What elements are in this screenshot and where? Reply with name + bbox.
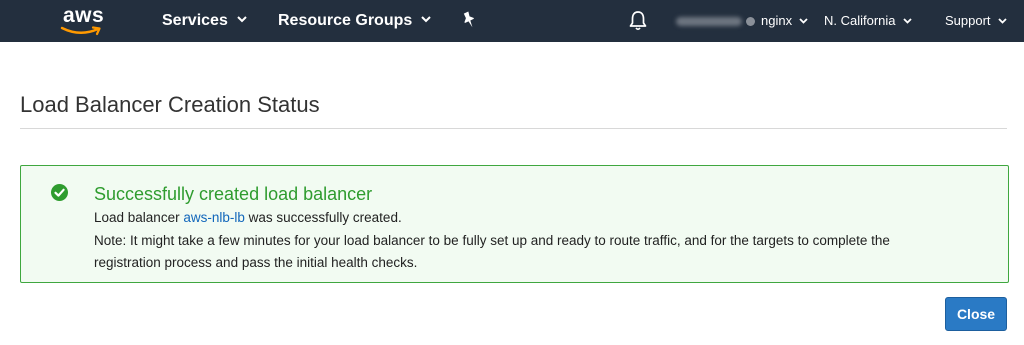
account-avatar [746,17,755,27]
alert-title: Successfully created load balancer [94,184,373,204]
resource-groups-menu[interactable]: Resource Groups [278,0,431,42]
chevron-down-icon [997,0,1007,41]
chevron-down-icon [237,0,247,40]
aws-smile-icon [60,26,101,36]
region-label: N. California [824,13,896,28]
check-circle-icon [51,184,68,201]
account-menu[interactable]: nginx [676,0,808,42]
alert-note-line-2: registration process and pass the initia… [94,255,418,270]
title-divider [20,128,1007,129]
alert-message-suffix: was successfully created. [248,210,402,225]
alert-note-line-1: Note: It might take a few minutes for yo… [94,233,890,248]
alert-message-prefix: Load balancer [94,210,180,225]
close-button[interactable]: Close [945,297,1007,331]
support-label: Support [945,13,991,28]
account-username-redacted [676,17,742,27]
success-alert: Successfully created load balancer Load … [20,165,1009,283]
top-navigation-bar: aws Services Resource Groups nginx N. Ca… [0,0,1024,42]
chevron-down-icon [902,0,912,41]
alert-message: Load balancer aws-nlb-lb was successfull… [94,210,402,225]
services-label: Services [162,12,228,30]
account-label: nginx [761,13,793,28]
pin-icon[interactable] [460,11,478,31]
aws-logo[interactable]: aws [60,4,112,38]
resource-groups-label: Resource Groups [278,12,413,30]
services-menu[interactable]: Services [162,0,247,42]
load-balancer-link[interactable]: aws-nlb-lb [183,210,245,225]
aws-logo-text: aws [63,4,105,27]
region-menu[interactable]: N. California [824,0,912,42]
support-menu[interactable]: Support [945,0,1007,42]
bell-icon[interactable] [628,10,648,32]
chevron-down-icon [421,0,431,40]
chevron-down-icon [799,0,808,41]
page-title: Load Balancer Creation Status [20,92,320,117]
